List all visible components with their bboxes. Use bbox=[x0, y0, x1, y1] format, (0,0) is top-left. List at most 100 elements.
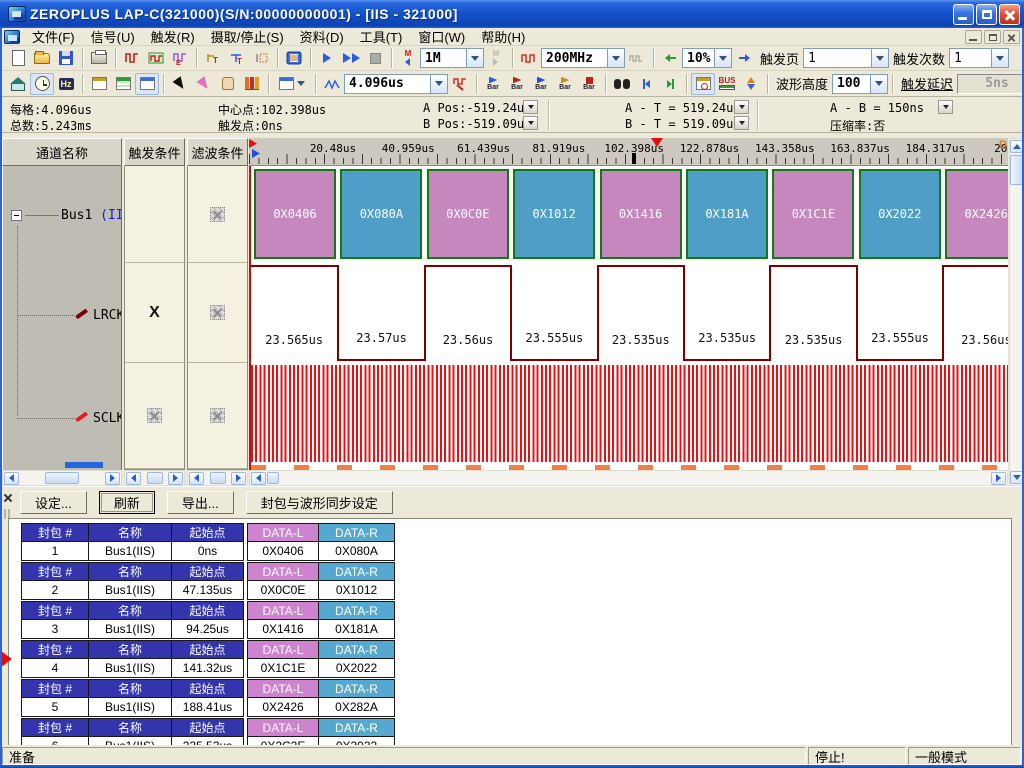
waveform-display[interactable]: 0X04060X080A0X0C0E0X10120X14160X181A0X1C… bbox=[249, 166, 1008, 470]
title-bar[interactable]: ZEROPLUS LAP-C(321000)(S/N:00000000001) … bbox=[0, 0, 1024, 28]
goto-trigger-button[interactable] bbox=[448, 73, 472, 95]
menu-item-8[interactable]: 帮助(H) bbox=[473, 26, 533, 47]
bus-setup-button[interactable]: E bbox=[168, 47, 192, 69]
trigger-scroll-right-button[interactable] bbox=[168, 472, 183, 485]
lrck-filter-cell[interactable] bbox=[188, 263, 247, 363]
sclk-trigger-cell[interactable] bbox=[125, 363, 184, 469]
filter-scroll-left-button[interactable] bbox=[189, 472, 204, 485]
trigger-mark2-button[interactable]: T bbox=[225, 47, 249, 69]
packet-row-5[interactable]: 封包 #名称起始点DATA-LDATA-R5Bus1(IIS)188.41us0… bbox=[21, 679, 395, 717]
measurement-button[interactable] bbox=[240, 73, 264, 95]
names-scroll-left-button[interactable] bbox=[4, 472, 19, 485]
trigger-scroll-left-button[interactable] bbox=[126, 472, 141, 485]
wave-height-dropdown[interactable] bbox=[870, 75, 887, 93]
bar-button[interactable]: Bar bbox=[481, 73, 505, 95]
filter-scroll-right-button[interactable] bbox=[231, 472, 246, 485]
channel-sclk[interactable]: SCLK bbox=[93, 411, 122, 426]
trigger-ratio-combo[interactable]: 10% bbox=[682, 48, 732, 68]
packet-panel-close-button[interactable] bbox=[3, 493, 14, 504]
signal-filter-button[interactable] bbox=[144, 47, 168, 69]
lrck-pen-icon[interactable] bbox=[75, 309, 88, 320]
waveform-scroll-left-button[interactable] bbox=[251, 472, 266, 485]
sample-rate-combo[interactable]: 200MHz bbox=[541, 48, 625, 68]
menu-item-5[interactable]: 资料(D) bbox=[292, 26, 352, 47]
print-button[interactable] bbox=[87, 47, 111, 69]
trigger-mark3-button[interactable] bbox=[249, 47, 273, 69]
open-file-button[interactable] bbox=[30, 47, 54, 69]
wave-height-combo[interactable]: 100 bbox=[832, 74, 888, 94]
waveform-hscrollbar[interactable] bbox=[249, 470, 1008, 486]
clock-view-button[interactable] bbox=[30, 73, 54, 95]
names-scroll-thumb[interactable] bbox=[45, 472, 79, 484]
repeat-run-button[interactable] bbox=[339, 47, 363, 69]
data-contrast-button[interactable] bbox=[739, 73, 763, 95]
trigger-scroll-thumb[interactable] bbox=[147, 472, 163, 484]
menu-item-6[interactable]: 工具(T) bbox=[352, 26, 411, 47]
save-file-button[interactable] bbox=[54, 47, 78, 69]
memory-next-page-button[interactable]: M bbox=[484, 47, 508, 69]
bus1-trigger-cell[interactable] bbox=[125, 166, 184, 263]
timing-window-button[interactable] bbox=[691, 73, 715, 95]
packet-row-1[interactable]: 封包 #名称起始点DATA-LDATA-R1Bus1(IIS)0ns0X0406… bbox=[21, 523, 395, 561]
trigger-count-combo[interactable]: 1 bbox=[949, 48, 1009, 68]
filter-scroll-thumb[interactable] bbox=[210, 472, 226, 484]
bus-analysis-button[interactable] bbox=[282, 47, 306, 69]
waveform-scroll-thumb[interactable] bbox=[267, 472, 279, 484]
bus1-waveform-row[interactable]: 0X04060X080A0X0C0E0X10120X14160X181A0X1C… bbox=[251, 166, 1008, 263]
waveform-scroll-right-button[interactable] bbox=[991, 472, 1006, 485]
channel-bus1[interactable]: Bus1 (IIS) bbox=[61, 208, 122, 223]
sample-rate-alt-button[interactable] bbox=[625, 47, 649, 69]
display-mode-button[interactable] bbox=[273, 73, 311, 95]
prev-edge-button[interactable] bbox=[634, 73, 658, 95]
b-bar-button[interactable]: Bar bbox=[529, 73, 553, 95]
trigger-mark1-button[interactable]: T bbox=[201, 47, 225, 69]
bus1-filter-checkbox[interactable] bbox=[210, 207, 225, 222]
sclk-waveform-row[interactable] bbox=[251, 363, 1008, 470]
bus1-expander[interactable] bbox=[11, 210, 22, 221]
time-ruler[interactable]: 20.48us40.959us61.439us81.919us102.398us… bbox=[249, 138, 1008, 166]
channel-lrck[interactable]: LRCK bbox=[93, 308, 122, 323]
run-button[interactable] bbox=[315, 47, 339, 69]
filter-hscrollbar[interactable] bbox=[187, 470, 248, 486]
lrck-trigger-cell[interactable]: X bbox=[125, 263, 184, 363]
a-pos-dropdown[interactable] bbox=[523, 100, 538, 114]
b-pos-dropdown[interactable] bbox=[523, 116, 538, 130]
trigger-pos-left-button[interactable] bbox=[658, 47, 682, 69]
b-t-dropdown[interactable] bbox=[734, 116, 749, 130]
a-t-dropdown[interactable] bbox=[734, 100, 749, 114]
lrck-waveform-row[interactable]: 23.565us23.57us23.56us23.555us23.535us23… bbox=[251, 263, 1008, 363]
a-bar-marker[interactable] bbox=[249, 139, 257, 148]
names-scroll-right-button[interactable] bbox=[105, 472, 120, 485]
mdi-restore-button[interactable] bbox=[984, 30, 1001, 44]
time-div-dropdown[interactable] bbox=[430, 75, 447, 93]
memory-depth-combo[interactable]: 1M bbox=[420, 48, 484, 68]
new-file-button[interactable] bbox=[6, 47, 30, 69]
trigger-hscrollbar[interactable] bbox=[124, 470, 185, 486]
trigger-page-combo[interactable]: 1 bbox=[803, 48, 889, 68]
frequency-view-button[interactable]: Hz bbox=[54, 73, 78, 95]
sample-rate-dropdown[interactable] bbox=[607, 49, 624, 67]
trigger-position-marker[interactable] bbox=[651, 138, 663, 147]
sclk-pen-icon[interactable] bbox=[75, 412, 88, 423]
mdi-minimize-button[interactable] bbox=[965, 30, 982, 44]
close-button[interactable] bbox=[999, 4, 1020, 25]
packet-row-2[interactable]: 封包 #名称起始点DATA-LDATA-R2Bus1(IIS)47.135us0… bbox=[21, 562, 395, 600]
lrck-filter-checkbox[interactable] bbox=[210, 305, 225, 320]
trigger-pos-right-button[interactable] bbox=[732, 47, 756, 69]
sclk-filter-cell[interactable] bbox=[188, 363, 247, 469]
restore-button[interactable] bbox=[976, 4, 997, 25]
names-hscrollbar[interactable] bbox=[2, 470, 122, 486]
menu-item-7[interactable]: 窗口(W) bbox=[410, 26, 473, 47]
packet-button-2[interactable]: 刷新 bbox=[99, 491, 155, 514]
packet-row-6[interactable]: 封包 #名称起始点DATA-LDATA-R6Bus1(IIS)235.53us0… bbox=[21, 718, 395, 746]
trigger-count-dropdown[interactable] bbox=[991, 49, 1008, 67]
sclk-filter-checkbox[interactable] bbox=[210, 408, 225, 423]
mark-tool-button[interactable] bbox=[192, 73, 216, 95]
trigger-ratio-dropdown[interactable] bbox=[714, 49, 731, 67]
sampling-setup-button[interactable] bbox=[120, 47, 144, 69]
hand-tool-button[interactable] bbox=[216, 73, 240, 95]
packet-button-3[interactable]: 导出... bbox=[167, 491, 234, 514]
zoom-tool-button[interactable] bbox=[320, 73, 344, 95]
select-tool-button[interactable] bbox=[168, 73, 192, 95]
memory-prev-page-button[interactable]: M bbox=[396, 47, 420, 69]
